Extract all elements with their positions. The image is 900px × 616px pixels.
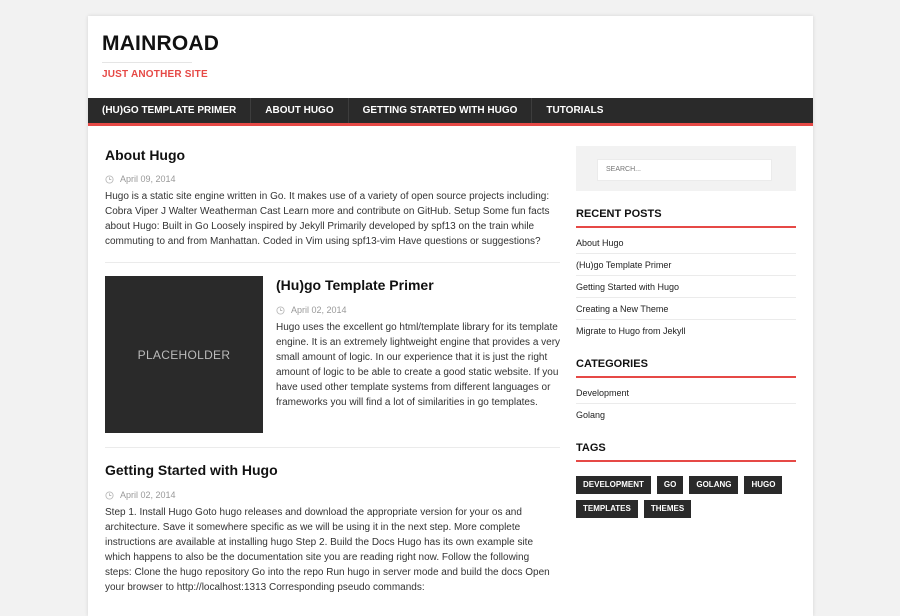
post-excerpt: Hugo is a static site engine written in … — [105, 191, 550, 247]
clock-icon — [105, 490, 114, 500]
recent-post-link[interactable]: (Hu)go Template Primer — [576, 254, 796, 276]
clock-icon — [276, 305, 285, 315]
post-excerpt: Step 1. Install Hugo Goto hugo releases … — [105, 507, 550, 593]
recent-posts-title: RECENT POSTS — [576, 208, 796, 228]
post-excerpt: Hugo uses the excellent go html/template… — [276, 322, 561, 408]
category-link[interactable]: Golang — [576, 404, 796, 426]
post-thumbnail[interactable]: PLACEHOLDER — [105, 276, 263, 433]
post-date: April 02, 2014 — [291, 305, 347, 315]
search-widget — [576, 146, 796, 191]
post-date: April 02, 2014 — [120, 490, 176, 500]
menu-item-tutorials[interactable]: TUTORIALS — [532, 98, 617, 123]
post-getting-started: Getting Started with Hugo April 02, 2014… — [105, 448, 560, 608]
post-title[interactable]: About Hugo — [105, 146, 185, 164]
thumbnail-placeholder-text: PLACEHOLDER — [137, 347, 231, 362]
recent-post-link[interactable]: Creating a New Theme — [576, 298, 796, 320]
tag-hugo[interactable]: HUGO — [744, 476, 783, 494]
site-header: MAINROAD JUST ANOTHER SITE — [88, 16, 813, 98]
tag-go[interactable]: GO — [656, 476, 684, 494]
main-content: About Hugo April 09, 2014 Hugo is a stat… — [105, 146, 560, 608]
site-title[interactable]: MAINROAD — [102, 32, 219, 56]
post-meta: April 02, 2014 — [276, 304, 347, 316]
post-title[interactable]: (Hu)go Template Primer — [276, 276, 434, 294]
tags-title: TAGS — [576, 442, 796, 462]
post-template-primer: PLACEHOLDER (Hu)go Template Primer April… — [105, 263, 560, 447]
recent-post-link[interactable]: Migrate to Hugo from Jekyll — [576, 320, 796, 342]
menu-item-template-primer[interactable]: (HU)GO TEMPLATE PRIMER — [88, 98, 252, 123]
tag-cloud: DEVELOPMENT GO GOLANG HUGO TEMPLATES THE… — [576, 476, 796, 524]
recent-post-link[interactable]: About Hugo — [576, 232, 796, 254]
recent-post-link[interactable]: Getting Started with Hugo — [576, 276, 796, 298]
search-input[interactable] — [597, 158, 772, 181]
tag-development[interactable]: DEVELOPMENT — [576, 476, 651, 494]
logo-separator — [102, 62, 192, 63]
post-meta: April 09, 2014 — [105, 173, 176, 185]
page-container: MAINROAD JUST ANOTHER SITE (HU)GO TEMPLA… — [88, 16, 813, 616]
post-title[interactable]: Getting Started with Hugo — [105, 461, 278, 479]
menu-item-about-hugo[interactable]: ABOUT HUGO — [251, 98, 349, 123]
tags-widget: TAGS DEVELOPMENT GO GOLANG HUGO TEMPLATE… — [576, 442, 796, 524]
site-subtitle: JUST ANOTHER SITE — [102, 69, 208, 80]
recent-posts-widget: RECENT POSTS About Hugo (Hu)go Template … — [576, 208, 796, 342]
tag-golang[interactable]: GOLANG — [689, 476, 739, 494]
main-menu: (HU)GO TEMPLATE PRIMER ABOUT HUGO GETTIN… — [88, 98, 813, 126]
clock-icon — [105, 174, 114, 184]
categories-title: CATEGORIES — [576, 358, 796, 378]
menu-item-getting-started[interactable]: GETTING STARTED WITH HUGO — [349, 98, 533, 123]
tag-themes[interactable]: THEMES — [643, 500, 692, 518]
post-date: April 09, 2014 — [120, 174, 176, 184]
sidebar: RECENT POSTS About Hugo (Hu)go Template … — [576, 146, 796, 524]
post-about-hugo: About Hugo April 09, 2014 Hugo is a stat… — [105, 146, 560, 262]
tag-templates[interactable]: TEMPLATES — [576, 500, 638, 518]
post-meta: April 02, 2014 — [105, 489, 176, 501]
categories-widget: CATEGORIES Development Golang — [576, 358, 796, 426]
category-link[interactable]: Development — [576, 382, 796, 404]
